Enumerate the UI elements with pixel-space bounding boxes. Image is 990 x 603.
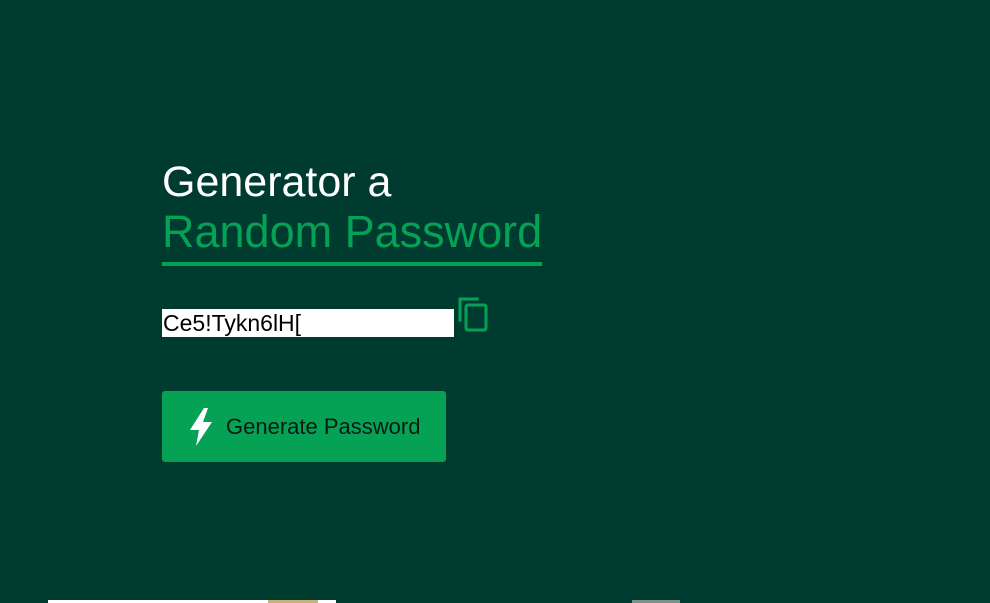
page-subtitle: Random Password bbox=[162, 206, 543, 266]
generate-password-button[interactable]: Generate Password bbox=[162, 391, 446, 462]
password-row bbox=[162, 296, 562, 338]
copy-button[interactable] bbox=[457, 296, 491, 334]
generator-panel: Generator a Random Password Generate Pas… bbox=[162, 158, 562, 462]
lightning-bolt-icon bbox=[190, 407, 212, 446]
generate-password-label: Generate Password bbox=[226, 413, 421, 439]
app-page: Generator a Random Password Generate Pas… bbox=[0, 0, 990, 603]
password-output[interactable] bbox=[162, 309, 454, 337]
page-title: Generator a bbox=[162, 158, 392, 206]
copy-icon bbox=[458, 297, 488, 332]
